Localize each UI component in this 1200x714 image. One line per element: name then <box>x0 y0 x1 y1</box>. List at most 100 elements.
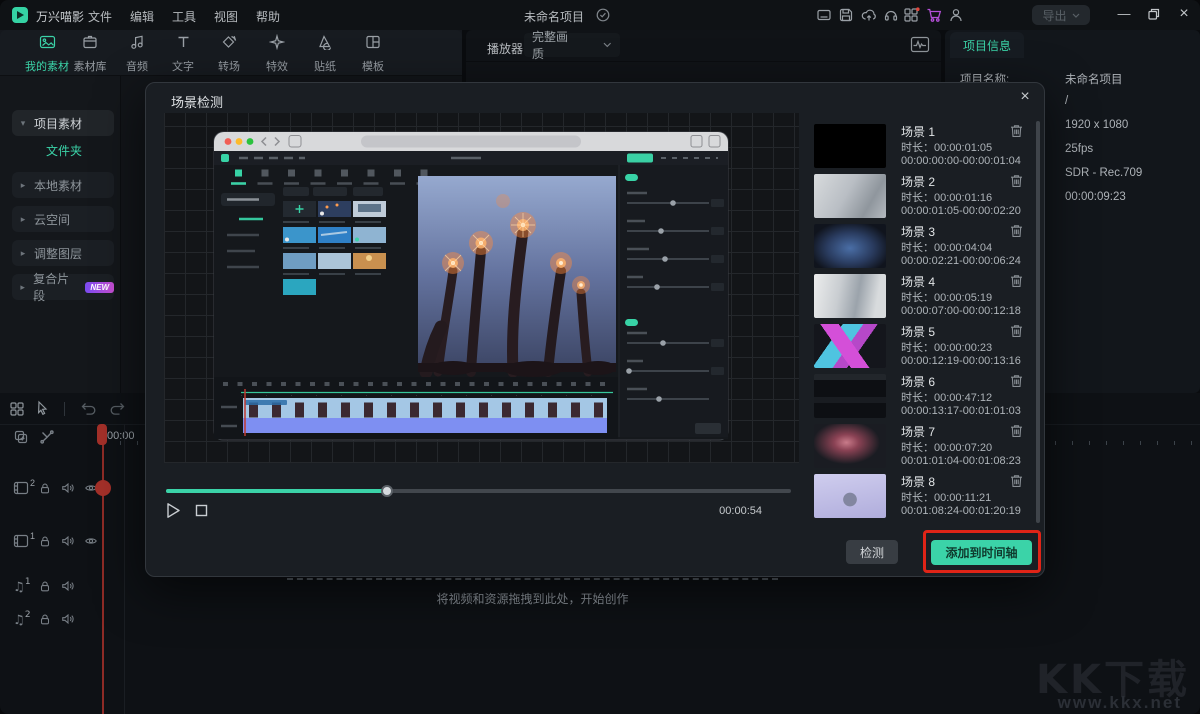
scene-thumbnail[interactable] <box>814 124 886 168</box>
scene-item[interactable]: 场景 7 时长：00:00:07:20 00:01:01:04-00:01:08… <box>811 421 1032 471</box>
restore-button[interactable] <box>1148 8 1160 20</box>
preview-seek-slider[interactable] <box>166 489 791 493</box>
sidebar-item-adjustment-layer[interactable]: ▸ 调整图层 <box>12 240 114 266</box>
scene-duration-label: 时长： <box>901 342 934 354</box>
menu-file[interactable]: 文件 <box>88 8 112 25</box>
sidebar-item-cloud-space[interactable]: ▸ 云空间 <box>12 206 114 232</box>
speaker-icon[interactable] <box>61 579 75 593</box>
apps-grid-icon[interactable] <box>903 7 920 23</box>
speaker-icon[interactable] <box>61 534 75 548</box>
caret-down-icon: ▾ <box>12 118 34 129</box>
dialog-title: 场景检测 <box>171 92 223 111</box>
magnetic-snap-icon[interactable] <box>39 429 55 445</box>
trash-icon[interactable] <box>1010 424 1023 438</box>
sidebar-item-label: 调整图层 <box>34 245 82 262</box>
trash-icon[interactable] <box>1010 224 1023 238</box>
preview-progress-handle[interactable] <box>381 485 393 497</box>
scene-title: 场景 2 <box>901 173 935 190</box>
scene-item[interactable]: 场景 2 时长：00:00:01:16 00:00:01:05-00:00:02… <box>811 171 1032 221</box>
scene-thumbnail[interactable] <box>814 374 886 418</box>
scene-list-scrollbar[interactable] <box>1036 121 1040 523</box>
waveform-monitor-icon[interactable] <box>910 36 930 53</box>
tab-templates[interactable]: 模板 <box>345 34 401 74</box>
eye-icon[interactable] <box>84 534 98 548</box>
scene-thumbnail[interactable] <box>814 424 886 468</box>
scene-range: 00:00:13:17-00:01:01:03 <box>901 405 1021 417</box>
sidebar-item-compound-clip[interactable]: ▸ 复合片段 NEW <box>12 274 114 300</box>
scene-range: 00:00:12:19-00:00:13:16 <box>901 355 1021 367</box>
trash-icon[interactable] <box>1010 474 1023 488</box>
track-header-audio1: ♫ 1 <box>13 578 25 596</box>
track-manager-icon[interactable] <box>9 401 25 417</box>
sidebar-item-project-material[interactable]: ▾ 项目素材 <box>12 110 114 136</box>
close-window-button[interactable]: × <box>1176 5 1192 23</box>
player-label: 播放器 <box>487 40 523 57</box>
sidebar-item-local-media[interactable]: ▸ 本地素材 <box>12 172 114 198</box>
scene-item[interactable]: 场景 8 时长：00:00:11:21 00:01:08:24-00:01:20… <box>811 471 1032 521</box>
caret-right-icon: ▸ <box>12 214 34 225</box>
speaker-icon[interactable] <box>61 612 75 626</box>
scene-thumbnail[interactable] <box>814 274 886 318</box>
watermark-url: www.kkx.net <box>1058 693 1182 713</box>
menu-edit[interactable]: 编辑 <box>130 8 154 25</box>
lock-icon[interactable] <box>38 579 52 593</box>
sidebar-item-folder[interactable]: 文件夹 <box>46 142 82 159</box>
minimize-button[interactable]: — <box>1116 6 1132 22</box>
duplicate-clip-icon[interactable] <box>13 429 29 445</box>
check-circle-icon <box>596 8 610 22</box>
scene-item[interactable]: 场景 3 时长：00:00:04:04 00:00:02:21-00:00:06… <box>811 221 1032 271</box>
sidebar-item-label: 项目素材 <box>34 115 82 132</box>
trash-icon[interactable] <box>1010 124 1023 138</box>
scene-item[interactable]: 场景 5 时长：00:00:00:23 00:00:12:19-00:00:13… <box>811 321 1032 371</box>
stop-button[interactable] <box>195 504 208 517</box>
scene-title: 场景 6 <box>901 373 935 390</box>
cart-icon[interactable] <box>926 7 943 23</box>
scene-detection-dialog: 场景检测 × <box>145 82 1045 577</box>
play-button[interactable] <box>166 502 181 519</box>
track-number: 2 <box>30 478 35 488</box>
tab-project-info[interactable]: 项目信息 <box>950 32 1024 58</box>
trash-icon[interactable] <box>1010 374 1023 388</box>
lock-icon[interactable] <box>38 481 52 495</box>
playhead-line[interactable] <box>102 424 104 714</box>
export-button[interactable]: 导出 <box>1032 5 1090 25</box>
scene-item[interactable]: 场景 1 时长：00:00:01:05 00:00:00:00-00:00:01… <box>811 121 1032 171</box>
quality-dropdown[interactable]: 完整画质 <box>524 33 620 57</box>
cloud-upload-icon[interactable] <box>861 7 877 23</box>
select-cursor-icon[interactable] <box>34 400 50 417</box>
scene-duration-label: 时长： <box>901 242 934 254</box>
scene-thumbnail[interactable] <box>814 174 886 218</box>
scene-thumbnail[interactable] <box>814 224 886 268</box>
user-icon[interactable] <box>948 7 964 23</box>
undo-icon[interactable] <box>80 401 97 416</box>
app-name: 万兴喵影 <box>36 8 84 25</box>
title-bar: 万兴喵影 文件 编辑 工具 视图 帮助 未命名项目 <box>0 0 1200 30</box>
scene-item[interactable]: 场景 6 时长：00:00:47:12 00:00:13:17-00:01:01… <box>811 371 1032 421</box>
scene-duration: 时长：00:00:47:12 <box>901 389 992 405</box>
trash-icon[interactable] <box>1010 174 1023 188</box>
playhead-marker[interactable] <box>95 480 111 496</box>
redo-icon[interactable] <box>109 401 126 416</box>
track-header-video2: 2 <box>13 481 29 500</box>
tab-label: 模板 <box>345 58 401 74</box>
playhead-pin[interactable] <box>97 424 107 445</box>
save-icon[interactable] <box>838 7 854 23</box>
media-sidebar: ▾ 项目素材 文件夹 ▸ 本地素材 ▸ 云空间 ▸ 调整图层 ▸ 复合片段 NE… <box>0 76 120 393</box>
dropzone-hint[interactable]: 将视频和资源拖拽到此处，开始创作 <box>287 590 778 607</box>
detect-button[interactable]: 检测 <box>846 540 898 564</box>
speaker-icon[interactable] <box>61 481 75 495</box>
menu-view[interactable]: 视图 <box>214 8 238 25</box>
trash-icon[interactable] <box>1010 274 1023 288</box>
scene-thumbnail[interactable] <box>814 474 886 518</box>
lock-icon[interactable] <box>38 534 52 548</box>
scene-item[interactable]: 场景 4 时长：00:00:05:19 00:00:07:00-00:00:12… <box>811 271 1032 321</box>
menu-help[interactable]: 帮助 <box>256 8 280 25</box>
export-label: 导出 <box>1042 7 1066 24</box>
lock-icon[interactable] <box>38 612 52 626</box>
scene-thumbnail[interactable] <box>814 324 886 368</box>
trash-icon[interactable] <box>1010 324 1023 338</box>
device-icon[interactable] <box>816 7 832 23</box>
menu-tools[interactable]: 工具 <box>172 8 196 25</box>
dialog-close-button[interactable]: × <box>1015 87 1035 107</box>
headset-icon[interactable] <box>883 7 899 23</box>
